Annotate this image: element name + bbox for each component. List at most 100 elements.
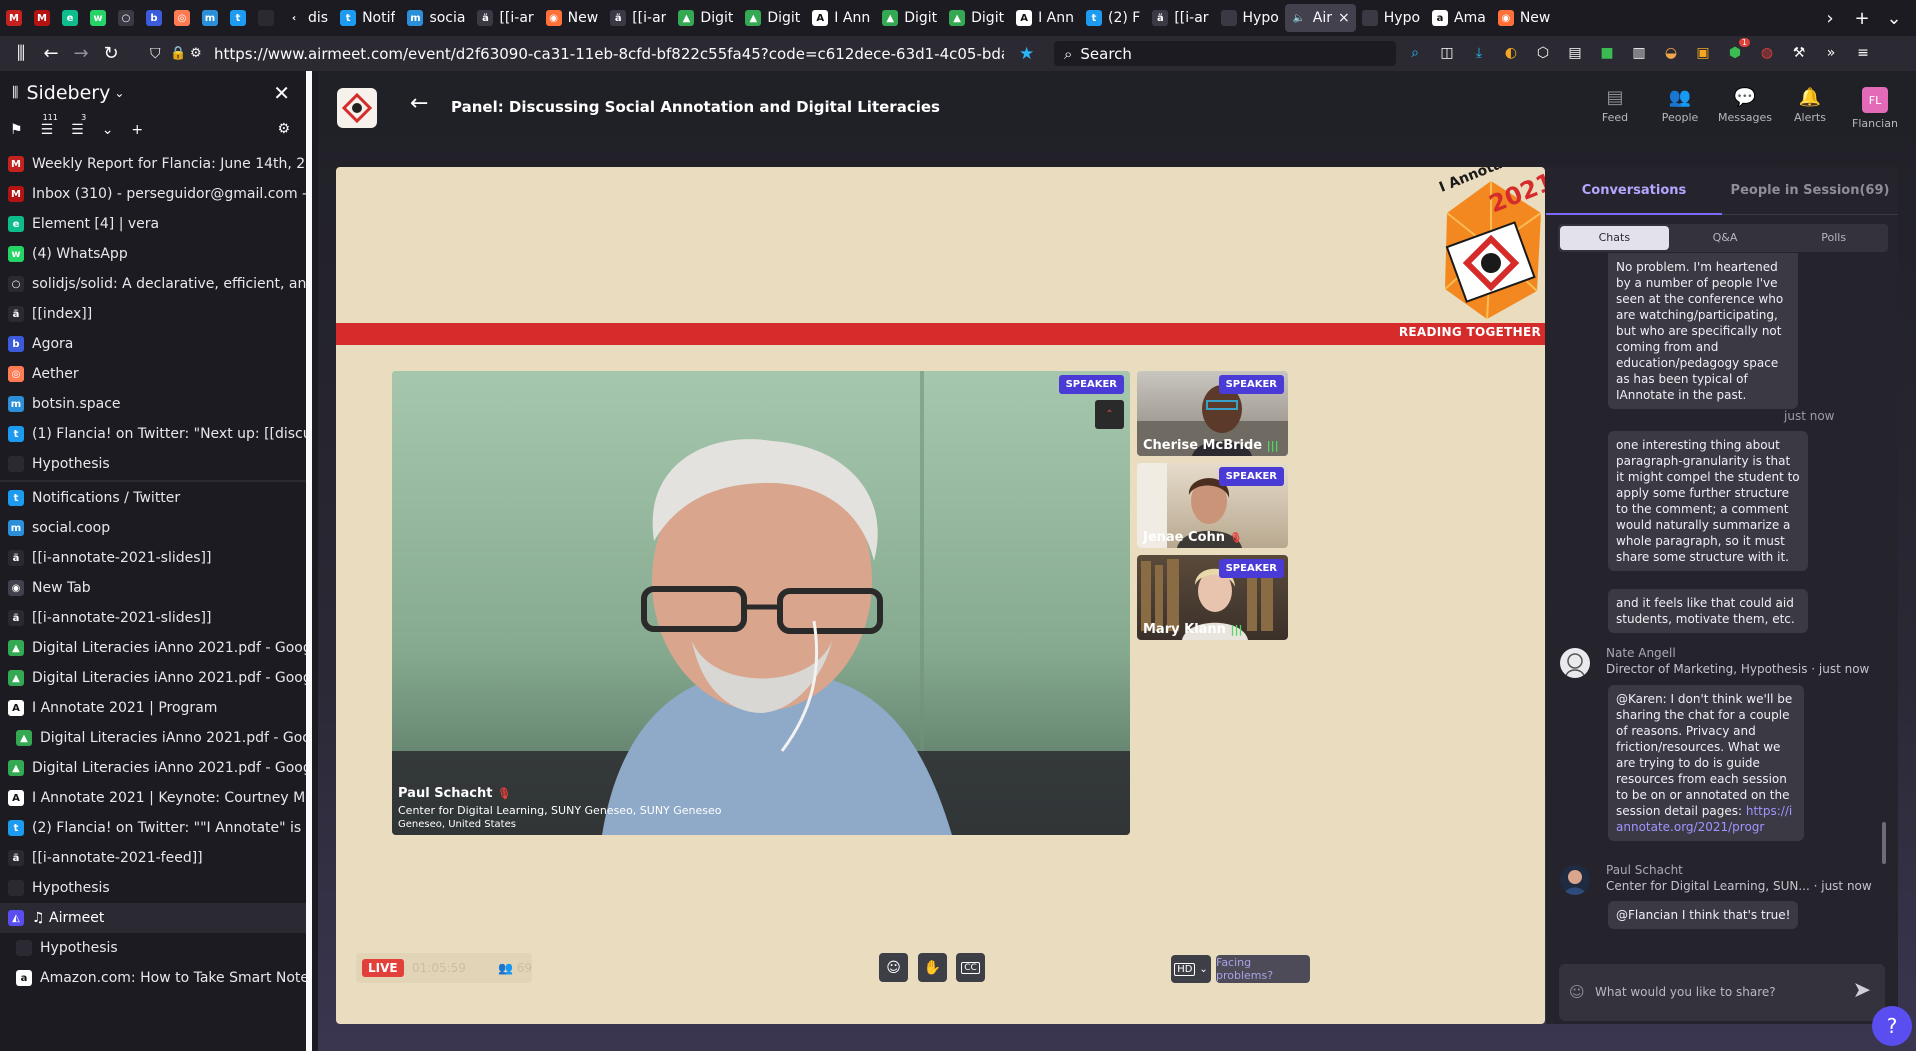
chevron-down-icon[interactable]: ⌄ <box>114 86 124 100</box>
sidebery-tab-item[interactable]: ◉ New Tab <box>0 573 306 603</box>
tabs-panel-icon[interactable]: ☰ 111 <box>41 113 58 138</box>
overflow-chevron-icon[interactable]: » <box>1818 40 1844 66</box>
sidebery-tab-item[interactable]: ◭ ♫ Airmeet <box>0 903 306 933</box>
sidebery-tab-item[interactable]: ▲ Digital Literacies iAnno 2021.pdf - Goo… <box>0 633 306 663</box>
chevron-down-icon[interactable]: ⌄ <box>102 122 114 138</box>
browser-tab[interactable]: w <box>84 4 112 32</box>
raise-hand-button[interactable]: ✋ <box>918 953 947 982</box>
browser-tab[interactable]: ▲ Digit <box>876 4 943 32</box>
avatar[interactable] <box>1560 865 1590 895</box>
red-extension-icon[interactable]: ◍ <box>1754 40 1780 66</box>
sidebery-title[interactable]: Sidebery <box>26 82 110 104</box>
search-input[interactable]: ⌕ Search <box>1054 41 1396 66</box>
speaker-thumbnail[interactable]: SPEAKER Cherise McBride ||| <box>1137 371 1288 456</box>
download-icon[interactable]: ⤓ <box>1466 40 1492 66</box>
browser-tab[interactable]: ▲ Digit <box>672 4 739 32</box>
table-extension-icon[interactable]: ▤ <box>1562 40 1588 66</box>
search-icon[interactable]: ⌕ <box>1402 40 1428 66</box>
browser-tab[interactable]: a Ama <box>1426 4 1492 32</box>
help-button[interactable]: ? <box>1872 1006 1912 1046</box>
browser-tab[interactable]: ä [[i-ar <box>471 4 539 32</box>
sidebery-tab-item[interactable]: e Element [4] | vera <box>0 209 306 239</box>
bookmarks-panel-icon[interactable]: ⚑ <box>10 122 23 138</box>
message-author[interactable]: Paul Schacht <box>1606 863 1683 877</box>
browser-tab[interactable]: ◉ New <box>540 4 605 32</box>
forward-button[interactable]: → <box>66 40 96 68</box>
sidebery-tab-item[interactable]: M Weekly Report for Flancia: June 14th, 2… <box>0 149 306 179</box>
lock-icon[interactable]: 🔒 <box>170 46 186 61</box>
bookmark-star-icon[interactable]: ★ <box>1019 44 1034 64</box>
extension-orange-icon[interactable]: ◐ <box>1498 40 1524 66</box>
browser-tab[interactable] <box>252 4 280 32</box>
close-icon[interactable]: ✕ <box>273 81 290 105</box>
shield-icon[interactable]: ⛉ <box>150 46 161 62</box>
wrench-icon[interactable]: ⚒ <box>1786 40 1812 66</box>
message-author[interactable]: Nate Angell <box>1606 646 1676 660</box>
sidebery-tab-item[interactable]: ▲ Digital Literacies iAnno 2021.pdf - Goo… <box>0 663 306 693</box>
browser-tab[interactable]: ○ <box>112 4 140 32</box>
browser-tab[interactable]: ▲ Digit <box>739 4 806 32</box>
sidebery-tab-item[interactable]: ä [[i-annotate-2021-slides]] <box>0 603 306 633</box>
settings-gear-icon[interactable]: ⚙ <box>277 121 290 137</box>
browser-tab[interactable]: 🔈 Air × <box>1284 4 1356 32</box>
pocket-icon[interactable]: ◫ <box>1434 40 1460 66</box>
sidebery-tab-item[interactable]: t Notifications / Twitter <box>0 483 306 513</box>
permissions-icon[interactable]: ⚙ <box>190 46 202 61</box>
sidebery-tab-item[interactable]: A I Annotate 2021 | Program <box>0 693 306 723</box>
list-panel-icon[interactable]: ☰ 3 <box>71 113 86 138</box>
sidebery-tab-item[interactable]: Hypothesis <box>0 933 306 963</box>
sidebery-tab-item[interactable]: ä [[i-annotate-2021-slides]] <box>0 543 306 573</box>
clipboard-extension-icon[interactable]: ▣ <box>1690 40 1716 66</box>
browser-tab[interactable]: m <box>196 4 224 32</box>
browser-tab[interactable]: M <box>0 4 28 32</box>
reader-icon[interactable]: ▥ <box>1626 40 1652 66</box>
browser-tab[interactable]: ▲ Digit <box>943 4 1010 32</box>
sidebery-tab-item[interactable]: ▲ Digital Literacies iAnno 2021.pdf - Goo… <box>0 753 306 783</box>
back-button[interactable]: ← <box>36 40 66 68</box>
browser-tab[interactable]: ä [[i-ar <box>1146 4 1214 32</box>
sidebery-tab-item[interactable]: a Amazon.com: How to Take Smart Notes: O <box>0 963 306 993</box>
sidebery-tab-item[interactable]: ▲ Digital Literacies iAnno 2021.pdf - Goo… <box>0 723 306 753</box>
chat-input-placeholder[interactable]: What would you like to share? <box>1595 985 1776 999</box>
reload-button[interactable]: ↻ <box>96 40 126 68</box>
close-tab-icon[interactable]: × <box>1338 10 1350 26</box>
video-options-button[interactable]: ⌃ <box>1095 400 1124 429</box>
avatar[interactable] <box>1560 648 1590 678</box>
browser-tab[interactable]: t (2) F <box>1080 4 1146 32</box>
sidebery-tab-item[interactable]: t (2) Flancia! on Twitter: ""I Annotate" … <box>0 813 306 843</box>
speaker-thumbnail[interactable]: SPEAKER Mary Klann ||| <box>1137 555 1288 640</box>
sidebery-tab-item[interactable]: Hypothesis <box>0 449 306 479</box>
back-arrow-icon[interactable]: ← <box>410 91 428 116</box>
browser-tab[interactable]: e <box>56 4 84 32</box>
send-icon[interactable]: ➤ <box>1853 978 1871 1003</box>
nav-feed[interactable]: ▤ Feed <box>1585 87 1645 125</box>
sidebery-tab-item[interactable]: M Inbox (310) - perseguidor@gmail.com - G… <box>0 179 306 209</box>
nav-people[interactable]: 👥 People <box>1650 87 1710 125</box>
quality-selector[interactable]: HD ⌄ <box>1171 955 1211 983</box>
sidebery-tab-item[interactable]: ○ solidjs/solid: A declarative, efficient… <box>0 269 306 299</box>
sidebery-tab-item[interactable]: t (1) Flancia! on Twitter: "Next up: [[di… <box>0 419 306 449</box>
browser-tab[interactable]: ◎ <box>168 4 196 32</box>
sidebery-tab-item[interactable]: ◎ Aether <box>0 359 306 389</box>
add-panel-icon[interactable]: + <box>131 122 143 138</box>
subtab-polls[interactable]: Polls <box>1779 224 1888 252</box>
tab-people-in-session[interactable]: People in Session(69) <box>1722 167 1898 215</box>
captions-button[interactable]: CC <box>956 953 985 982</box>
burger-extension-icon[interactable]: ◒ <box>1658 40 1684 66</box>
browser-tab[interactable]: t Notif <box>334 4 401 32</box>
sidebery-tab-item[interactable]: m social.coop <box>0 513 306 543</box>
url-text[interactable]: https://www.airmeet.com/event/d2f63090-c… <box>214 45 1004 63</box>
new-tab-icon[interactable]: + <box>1848 4 1876 32</box>
speaker-thumbnail[interactable]: SPEAKER Jenae Cohn 🎙 <box>1137 463 1288 548</box>
browser-tab[interactable]: m socia <box>401 4 471 32</box>
sidebery-tab-item[interactable]: Hypothesis <box>0 873 306 903</box>
browser-tab[interactable]: M <box>28 4 56 32</box>
chat-input[interactable]: ☺ What would you like to share? ➤ <box>1559 964 1885 1021</box>
url-bar[interactable]: ⛉ 🔒 ⚙ https://www.airmeet.com/event/d2f6… <box>144 40 1044 67</box>
sidebery-tab-item[interactable]: A I Annotate 2021 | Keynote: Courtney McC… <box>0 783 306 813</box>
subtab-qa[interactable]: Q&A <box>1671 224 1780 252</box>
subtab-chats[interactable]: Chats <box>1560 226 1669 250</box>
event-logo[interactable] <box>337 88 377 128</box>
green-extension-icon[interactable]: ■ <box>1594 40 1620 66</box>
browser-tab[interactable]: A I Ann <box>806 4 876 32</box>
